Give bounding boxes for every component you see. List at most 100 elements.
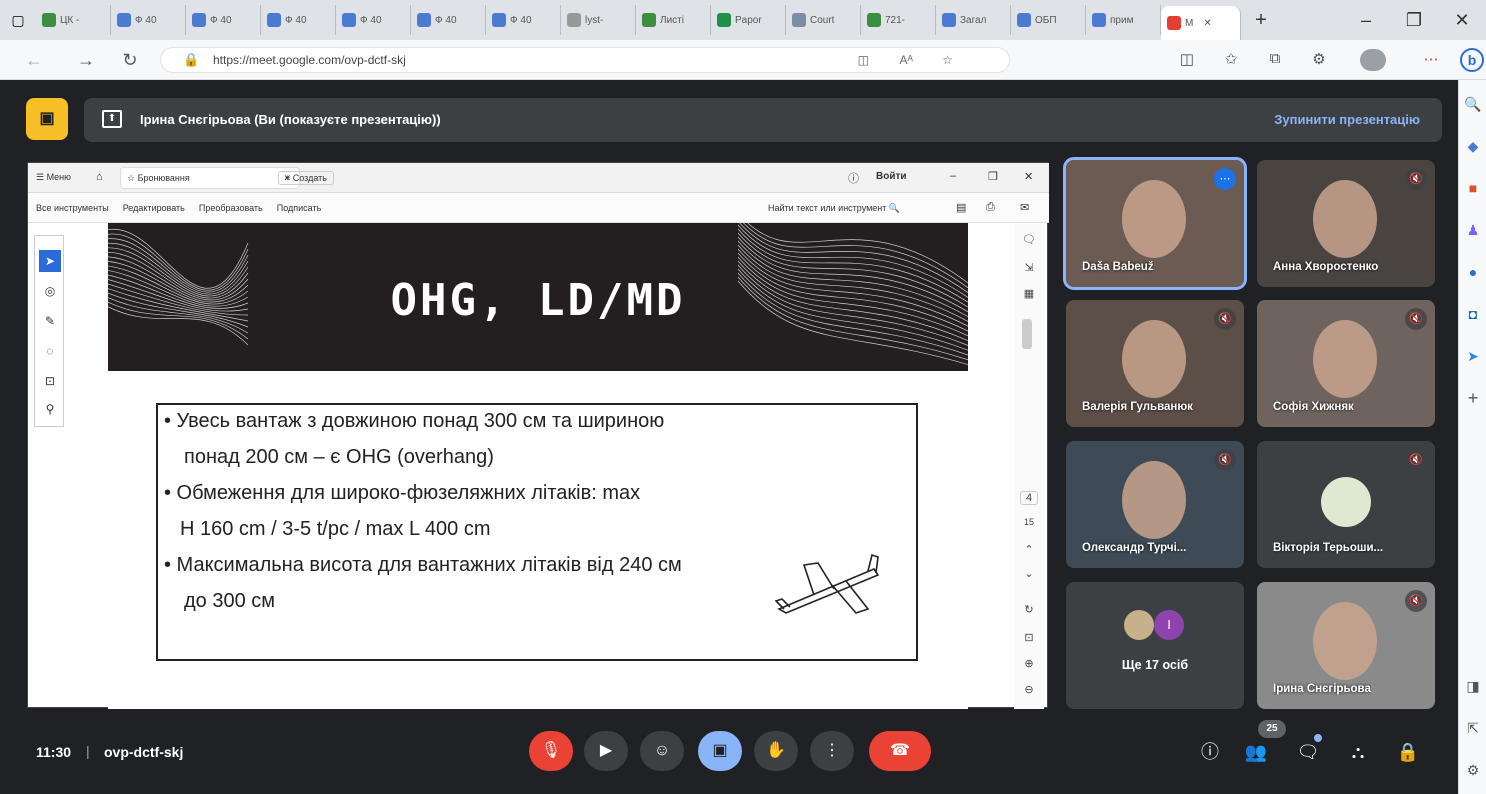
pdf-restore-icon[interactable]: ❐: [988, 170, 998, 183]
browser-tab[interactable]: lyst-: [561, 5, 636, 35]
browser-tab[interactable]: Ф 40: [261, 5, 336, 35]
browser-tab[interactable]: прим: [1086, 5, 1161, 35]
external-link-icon[interactable]: ⇱: [1463, 718, 1483, 738]
pdf-minimize-icon[interactable]: –: [950, 170, 956, 182]
pdf-home-icon[interactable]: ⌂: [96, 171, 103, 183]
browser-tab[interactable]: Ф 40: [336, 5, 411, 35]
search-icon[interactable]: 🔍: [1463, 94, 1483, 114]
restore-icon[interactable]: ❐: [1390, 10, 1438, 31]
pdf-tool-0[interactable]: Все инструменты: [36, 203, 109, 213]
copilot-icon[interactable]: b: [1460, 48, 1484, 72]
participant-tile[interactable]: Анна Хворостенко 🔇: [1257, 160, 1435, 287]
leave-call-button[interactable]: ☎: [869, 731, 931, 771]
collections-icon[interactable]: ⧉: [1264, 50, 1286, 67]
extensions-icon[interactable]: ⚙: [1308, 50, 1330, 68]
text-box-icon[interactable]: ⊡: [39, 370, 61, 392]
new-tab-button[interactable]: +: [1241, 9, 1281, 32]
pdf-menu[interactable]: ☰ Меню: [36, 172, 71, 183]
profile-avatar[interactable]: [1360, 49, 1386, 71]
tab-actions-icon[interactable]: ▢: [0, 12, 36, 29]
pdf-tool-1[interactable]: Редактировать: [123, 203, 185, 213]
browser-tab[interactable]: Ф 40: [111, 5, 186, 35]
url-field[interactable]: 🔒 https://meet.google.com/ovp-dctf-skj ◫…: [160, 47, 1010, 73]
browser-tab[interactable]: Papor: [711, 5, 786, 35]
participant-tile[interactable]: Ірина Снєгірьова 🔇: [1257, 582, 1435, 709]
pen-icon[interactable]: ✎: [39, 310, 61, 332]
camera-icon[interactable]: ◫: [858, 48, 869, 72]
activities-icon[interactable]: ⛬: [1344, 738, 1372, 766]
participant-tile[interactable]: Софія Хижняк 🔇: [1257, 300, 1435, 427]
pdf-search-field[interactable]: Найти текст или инструмент 🔍: [768, 203, 900, 214]
page-number[interactable]: 4: [1020, 491, 1038, 505]
emoji-button[interactable]: ☺: [640, 731, 684, 771]
select-cursor-icon[interactable]: ➤: [39, 250, 61, 272]
back-icon[interactable]: ←: [22, 48, 46, 72]
pdf-doc-tab[interactable]: ☆ Бронювання ✕: [120, 167, 300, 189]
pdf-tool-3[interactable]: Подписать: [277, 203, 322, 213]
rotate-icon[interactable]: ↻: [1020, 603, 1038, 616]
tag-icon[interactable]: ◆: [1463, 136, 1483, 156]
pdf-tool-2[interactable]: Преобразовать: [199, 203, 263, 213]
mic-off-button[interactable]: 🎙: [529, 731, 573, 771]
more-options-button[interactable]: ⋮: [810, 731, 854, 771]
help-icon[interactable]: ⓘ: [848, 170, 859, 186]
close-tab-icon[interactable]: ✕: [1203, 18, 1211, 29]
close-window-icon[interactable]: ✕: [1438, 10, 1486, 31]
pdf-create-button[interactable]: + Создать: [278, 171, 334, 185]
outlook-icon[interactable]: ◘: [1463, 304, 1483, 324]
people-icon[interactable]: 👥: [1242, 738, 1270, 766]
lasso-icon[interactable]: ◌: [39, 340, 61, 362]
stamp-icon[interactable]: ⚲: [39, 398, 61, 420]
tile-options-icon[interactable]: ⋯: [1214, 168, 1236, 190]
participant-tile[interactable]: Олександр Турчі... 🔇: [1066, 441, 1244, 568]
pdf-close-icon[interactable]: ✕: [1024, 170, 1033, 183]
refresh-icon[interactable]: ↻: [118, 48, 142, 72]
browser-tab[interactable]: ОБП: [1011, 5, 1086, 35]
pdf-comment-icon[interactable]: 🗨: [1020, 233, 1038, 246]
browser-tab[interactable]: Загал: [936, 5, 1011, 35]
send-icon[interactable]: ➤: [1463, 346, 1483, 366]
minimize-icon[interactable]: –: [1342, 10, 1390, 31]
pdf-signin-button[interactable]: Войти: [876, 171, 907, 182]
participant-tile[interactable]: Валерія Гульванюк 🔇: [1066, 300, 1244, 427]
browser-tab[interactable]: Court: [786, 5, 861, 35]
read-aloud-icon[interactable]: Aᴬ: [900, 48, 913, 72]
forward-icon[interactable]: →: [74, 48, 98, 72]
pdf-export-icon[interactable]: ⇲: [1020, 261, 1038, 274]
office-icon[interactable]: ●: [1463, 262, 1483, 282]
pdf-grid-icon[interactable]: ▦: [1020, 287, 1038, 300]
others-tile[interactable]: I Ще 17 осіб: [1066, 582, 1244, 709]
raise-hand-button[interactable]: ✋: [754, 731, 798, 771]
browser-tab[interactable]: Ф 40: [411, 5, 486, 35]
present-button[interactable]: ▣: [698, 731, 742, 771]
settings-gear-icon[interactable]: ⚙: [1463, 760, 1483, 780]
stop-presenting-button[interactable]: Зупинити презентацію: [1274, 112, 1420, 127]
chat-icon[interactable]: 🗨: [1294, 738, 1322, 766]
comment-icon[interactable]: ◎: [39, 280, 61, 302]
participant-tile[interactable]: Daša Babeuž ⋯: [1063, 157, 1247, 290]
browser-tab[interactable]: 721-: [861, 5, 936, 35]
split-screen-icon[interactable]: ◫: [1176, 50, 1198, 68]
pdf-mail-icon[interactable]: ✉: [1020, 201, 1029, 214]
games-icon[interactable]: ♟: [1463, 220, 1483, 240]
briefcase-icon[interactable]: ■: [1463, 178, 1483, 198]
participant-tile[interactable]: Вікторія Терьоши... 🔇: [1257, 441, 1435, 568]
zoom-out-icon[interactable]: ⊖: [1020, 683, 1038, 696]
camera-button[interactable]: ▶: [584, 731, 628, 771]
pdf-scrollbar[interactable]: [1022, 319, 1032, 349]
page-down-icon[interactable]: ⌄: [1020, 567, 1038, 580]
pdf-view-icon[interactable]: ▤: [956, 201, 966, 214]
host-controls-icon[interactable]: 🔒: [1394, 738, 1422, 766]
browser-tab[interactable]: ЦК -: [36, 5, 111, 35]
browser-tab[interactable]: Ф 40: [486, 5, 561, 35]
fit-page-icon[interactable]: ⊡: [1020, 631, 1038, 644]
add-icon[interactable]: +: [1463, 388, 1483, 408]
favorite-star-icon[interactable]: ☆: [942, 48, 953, 72]
page-up-icon[interactable]: ⌃: [1020, 543, 1038, 556]
pdf-print-icon[interactable]: ⎙: [986, 201, 995, 214]
meeting-info-icon[interactable]: ⓘ: [1196, 738, 1224, 766]
browser-tab[interactable]: Листі: [636, 5, 711, 35]
browser-tab[interactable]: Ф 40: [186, 5, 261, 35]
zoom-in-icon[interactable]: ⊕: [1020, 657, 1038, 670]
browser-tab[interactable]: M ✕: [1161, 6, 1241, 40]
